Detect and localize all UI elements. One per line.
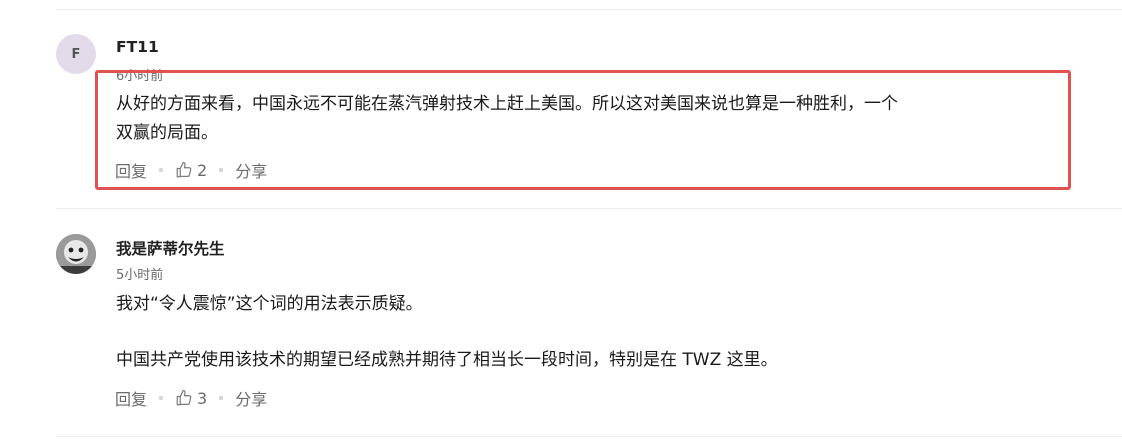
like-count: 2 (197, 160, 208, 180)
user-photo-avatar[interactable] (56, 234, 96, 274)
separator-dot (219, 168, 224, 172)
comment-timestamp: 6小时前 (116, 69, 164, 84)
separator-dot (219, 396, 224, 400)
comment-section: F FT11 6小时前 从好的方面来看，中国永远不可能在蒸汽弹射技术上赶上美国。… (0, 0, 1122, 446)
separator-dot (159, 396, 164, 400)
comment-divider (56, 436, 1122, 437)
reply-button[interactable]: 回复 (115, 386, 147, 410)
thumbs-up-icon (176, 389, 192, 406)
comment-timestamp: 5小时前 (116, 268, 164, 283)
comment-actions: 回复 3 分享 (115, 386, 267, 410)
comment-username[interactable]: 我是萨蒂尔先生 (116, 237, 225, 259)
comment-body-line: 中国共产党使用该技术的期望已经成熟并期待了相当长一段时间，特别是在 TWZ 这里… (116, 350, 778, 370)
comment-body-line: 我对“令人震惊”这个词的用法表示质疑。 (116, 294, 423, 314)
comment-actions: 回复 2 分享 (115, 158, 267, 182)
share-button[interactable]: 分享 (235, 158, 267, 182)
thumbs-up-icon (176, 161, 192, 178)
separator-dot (159, 168, 164, 172)
share-button[interactable]: 分享 (235, 386, 267, 410)
comment-body-line: 从好的方面来看，中国永远不可能在蒸汽弹射技术上赶上美国。所以这对美国来说也算是一… (116, 94, 898, 114)
comment-body-line: 双赢的局面。 (116, 123, 218, 143)
comment-divider (56, 208, 1122, 209)
like-button[interactable]: 2 (175, 161, 207, 180)
avatar-photo-icon (56, 234, 96, 274)
comment-body: 我对“令人震惊”这个词的用法表示质疑。 中国共产党使用该技术的期望已经成熟并期待… (116, 290, 778, 375)
comment-body: 从好的方面来看，中国永远不可能在蒸汽弹射技术上赶上美国。所以这对美国来说也算是一… (116, 90, 898, 148)
like-count: 3 (197, 388, 208, 408)
avatar[interactable]: F (56, 34, 96, 74)
comment-username[interactable]: FT11 (116, 38, 159, 56)
like-button[interactable]: 3 (175, 389, 207, 408)
comment-divider (56, 9, 1122, 10)
avatar-letter: F (71, 46, 81, 62)
reply-button[interactable]: 回复 (115, 158, 147, 182)
